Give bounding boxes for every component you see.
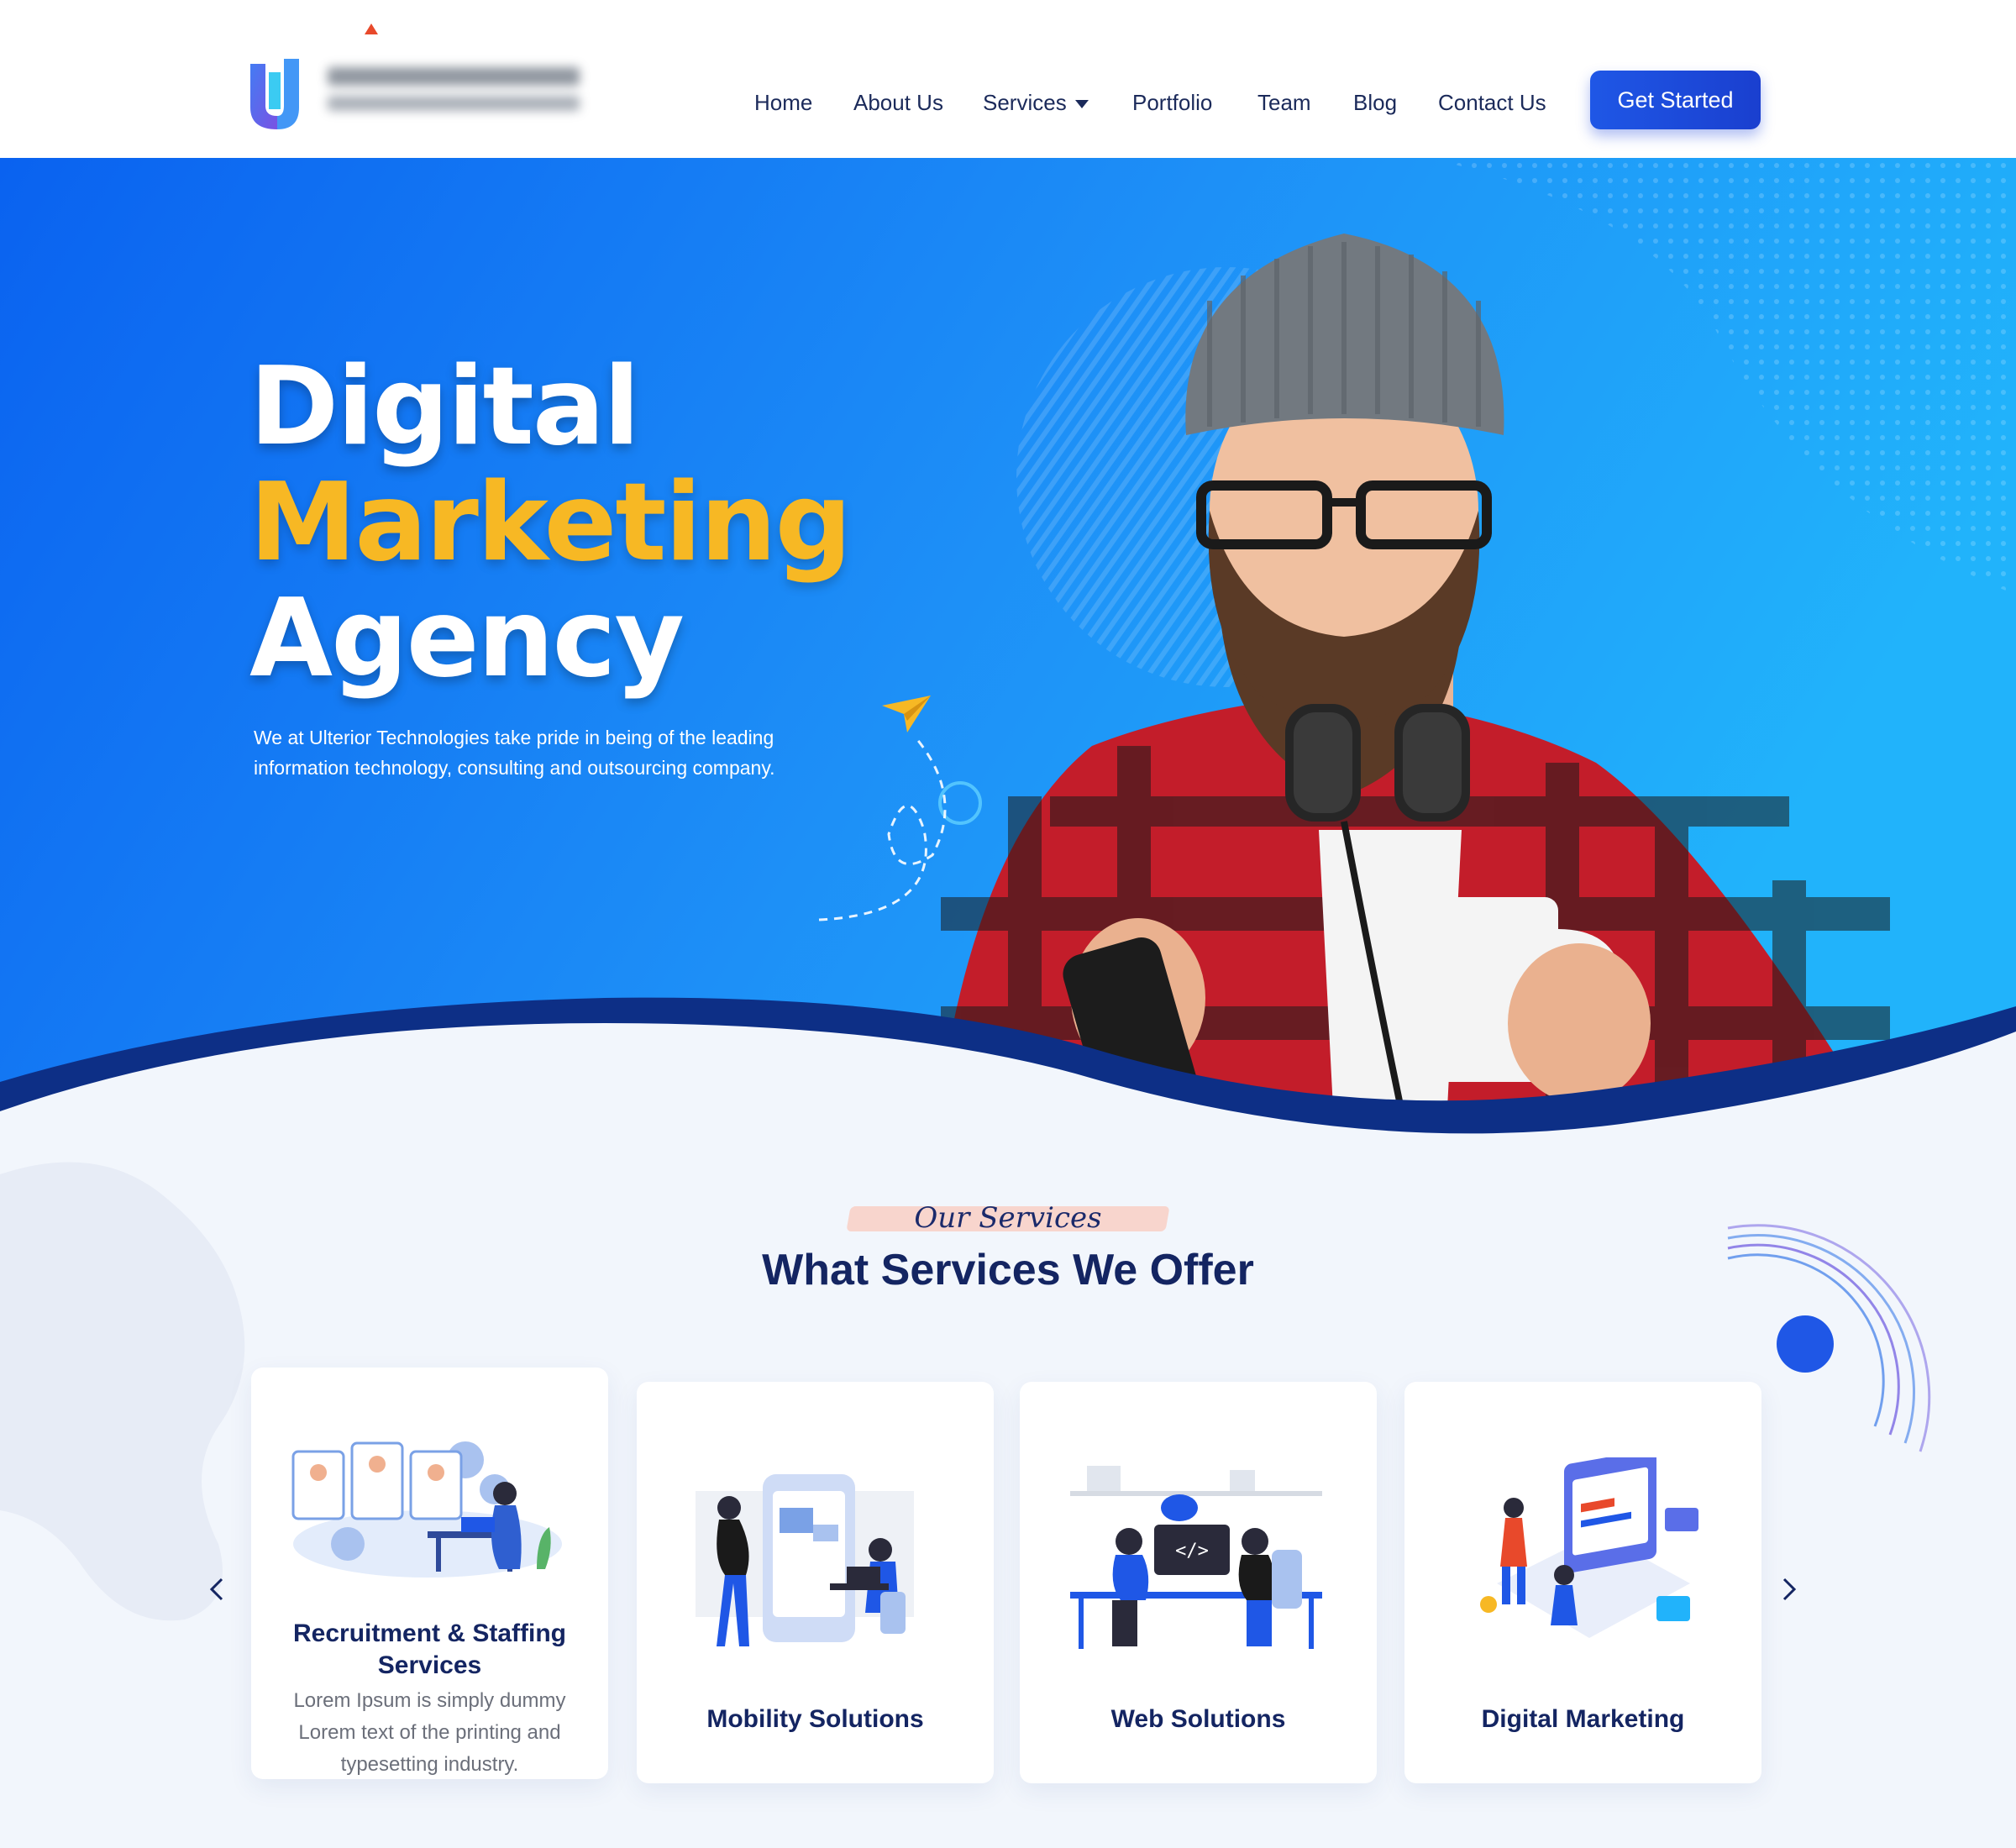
service-card-web[interactable]: </> Web Solutions [1020, 1382, 1377, 1783]
hero-title-line2: Marketing [249, 460, 852, 585]
card-title: Digital Marketing [1481, 1705, 1685, 1733]
card-description: Lorem Ipsum is simply dummy Lorem text o… [293, 1689, 566, 1776]
hero-title: Digital Marketing Agency [249, 344, 852, 701]
decorative-triangle [365, 24, 378, 34]
hero-title-line1: Digital [249, 344, 640, 470]
svg-text:</>: </> [1175, 1541, 1209, 1562]
card-title: Web Solutions [1110, 1705, 1286, 1733]
logo[interactable] [244, 49, 596, 141]
service-card-recruitment[interactable]: Recruitment & Staffing Services Lorem Ip… [251, 1368, 608, 1779]
logo-wordmark [328, 67, 588, 121]
nav-blog[interactable]: Blog [1353, 84, 1397, 121]
card-title: Mobility Solutions [706, 1705, 924, 1733]
section-title: What Services We Offer [762, 1246, 1254, 1294]
hero-description: We at Ulterior Technologies take pride i… [254, 727, 775, 779]
nav-home[interactable]: Home [754, 84, 812, 121]
service-card-digital-marketing[interactable]: Digital Marketing [1404, 1382, 1761, 1783]
recruitment-illustration [291, 1441, 562, 1578]
site-header: Home About Us Services Portfolio Team Bl… [0, 0, 2016, 158]
nav-team[interactable]: Team [1257, 84, 1311, 121]
chevron-left-icon[interactable] [202, 1572, 235, 1606]
mobility-illustration [696, 1474, 914, 1646]
nav-contact-us[interactable]: Contact Us [1438, 84, 1546, 121]
services-section: Our Services What Services We Offer Recr… [0, 1149, 2016, 1848]
hero-section: Digital Marketing Agency We at Ulterior … [0, 158, 2016, 1149]
service-card-mobility[interactable]: Mobility Solutions [637, 1382, 994, 1783]
nav-portfolio[interactable]: Portfolio [1132, 84, 1212, 121]
services-dropdown-icon [1074, 100, 1089, 109]
card-title: Recruitment & Staffing Services [292, 1620, 567, 1679]
web-illustration: </> [1070, 1466, 1322, 1649]
logo-icon [250, 59, 299, 129]
nav-about-us[interactable]: About Us [853, 84, 943, 121]
hero-title-line3: Agency [249, 576, 685, 701]
eyebrow-text: Our Services [914, 1201, 1102, 1235]
nav-services[interactable]: Services [983, 84, 1089, 121]
section-eyebrow: Our Services [840, 1193, 1176, 1240]
chevron-right-icon[interactable] [1771, 1572, 1804, 1606]
digital-marketing-illustration [1480, 1457, 1698, 1638]
nav-services-label: Services [983, 90, 1067, 115]
get-started-button[interactable]: Get Started [1590, 71, 1761, 129]
